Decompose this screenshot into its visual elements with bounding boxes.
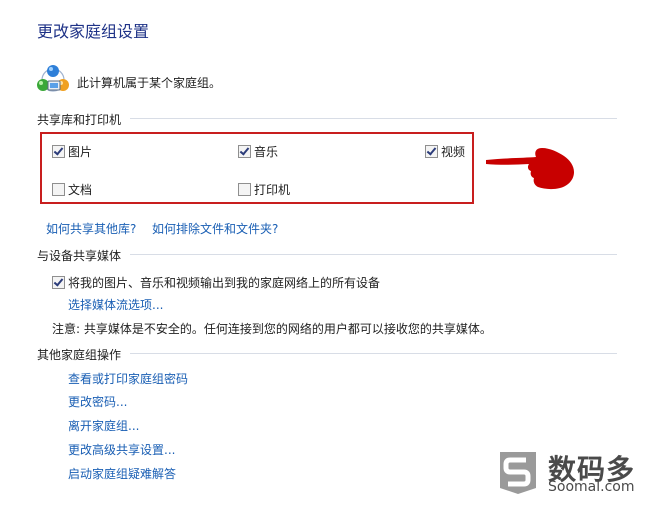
link-exclude-files[interactable]: 如何排除文件和文件夹? [152, 220, 278, 237]
checkbox-pictures-label: 图片 [68, 145, 93, 159]
section-divider [130, 353, 617, 354]
checkbox-videos[interactable]: 视频 [425, 143, 465, 160]
pointing-hand-icon [486, 148, 574, 190]
link-share-other-libraries[interactable]: 如何共享其他库? [46, 220, 136, 237]
libraries-heading: 共享库和打印机 [37, 113, 122, 127]
checkbox-documents[interactable]: 文档 [52, 181, 92, 198]
watermark-en-text: Soomal.com [548, 479, 635, 495]
checkbox-stream-media-box[interactable] [52, 276, 65, 289]
link-media-streaming-options[interactable]: 选择媒体流选项... [68, 296, 163, 313]
checkbox-videos-label: 视频 [441, 145, 466, 159]
media-heading: 与设备共享媒体 [37, 249, 122, 263]
checkbox-printers-box[interactable] [238, 183, 251, 196]
homegroup-computer-icon [37, 65, 69, 92]
other-actions-heading: 其他家庭组操作 [37, 348, 122, 362]
checkbox-pictures[interactable]: 图片 [52, 143, 92, 160]
soomal-logo-icon [500, 452, 536, 494]
checkbox-music[interactable]: 音乐 [238, 143, 278, 160]
checkbox-printers[interactable]: 打印机 [238, 181, 290, 198]
link-advanced-sharing[interactable]: 更改高级共享设置... [68, 441, 175, 458]
section-divider [130, 118, 617, 119]
checkbox-music-box[interactable] [238, 145, 251, 158]
checkbox-music-label: 音乐 [254, 145, 279, 159]
checkbox-stream-media-label: 将我的图片、音乐和视频输出到我的家庭网络上的所有设备 [68, 276, 381, 290]
media-security-note: 注意: 共享媒体是不安全的。任何连接到您的网络的用户都可以接收您的共享媒体。 [52, 322, 492, 336]
link-view-print-password[interactable]: 查看或打印家庭组密码 [68, 370, 188, 387]
checkbox-documents-label: 文档 [68, 183, 93, 197]
homegroup-membership-text: 此计算机属于某个家庭组。 [77, 76, 222, 90]
link-change-password[interactable]: 更改密码... [68, 393, 127, 410]
link-leave-homegroup[interactable]: 离开家庭组... [68, 417, 139, 434]
checkbox-printers-label: 打印机 [254, 183, 291, 197]
page-title: 更改家庭组设置 [37, 22, 150, 41]
checkbox-pictures-box[interactable] [52, 145, 65, 158]
checkbox-stream-media[interactable]: 将我的图片、音乐和视频输出到我的家庭网络上的所有设备 [52, 274, 380, 291]
checkbox-documents-box[interactable] [52, 183, 65, 196]
section-divider [130, 254, 617, 255]
checkbox-videos-box[interactable] [425, 145, 438, 158]
link-troubleshoot[interactable]: 启动家庭组疑难解答 [68, 465, 176, 482]
